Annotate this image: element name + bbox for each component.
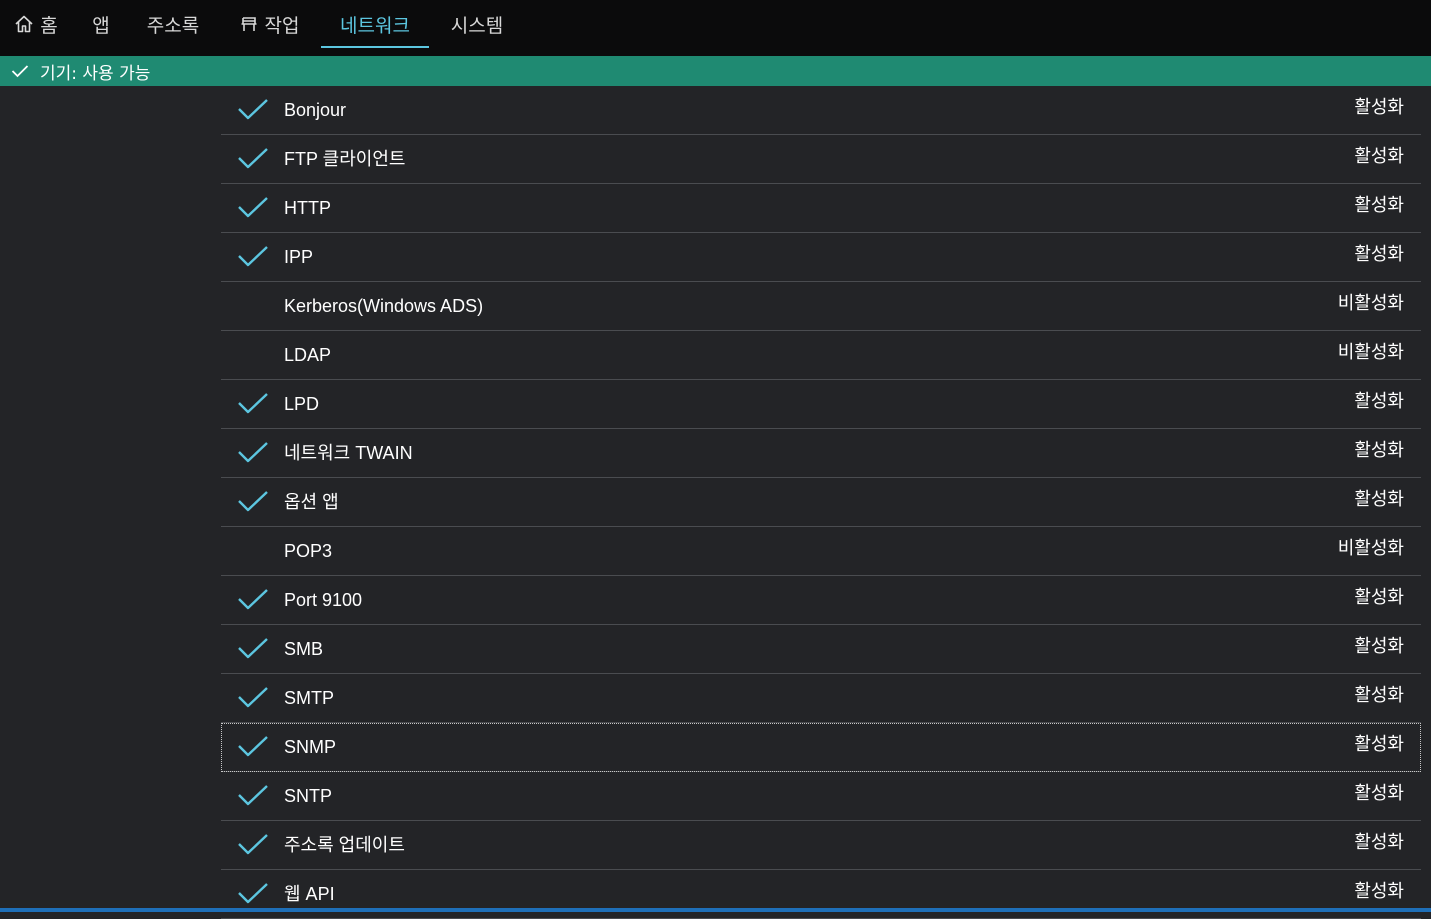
service-name: 옵션 앱 [284, 492, 339, 512]
service-name: LDAP [284, 345, 332, 365]
tab-label: 주소록 [146, 14, 200, 37]
check-icon [237, 392, 269, 414]
service-name: Bonjour [284, 100, 347, 120]
service-name: SNMP [284, 737, 337, 757]
check-icon [237, 441, 269, 463]
service-name: 네트워크 TWAIN [284, 443, 413, 463]
service-row[interactable]: Port 9100 활성화 [221, 576, 1421, 625]
check-icon [237, 735, 269, 757]
tab-system[interactable]: 시스템 [444, 0, 510, 48]
service-name: Kerberos(Windows ADS) [284, 296, 484, 316]
service-row[interactable]: SMB 활성화 [221, 625, 1421, 674]
tab-label: 시스템 [450, 14, 504, 37]
service-state: 활성화 [1354, 832, 1404, 853]
tab-home[interactable]: 홈 [8, 0, 64, 48]
service-state: 활성화 [1354, 587, 1404, 608]
home-icon [14, 14, 34, 34]
service-state: 비활성화 [1337, 538, 1404, 559]
bottom-accent-bar [0, 908, 1431, 912]
service-row[interactable]: SNTP 활성화 [221, 772, 1421, 821]
check-icon [237, 490, 269, 512]
service-name: HTTP [284, 198, 331, 218]
tab-label: 네트워크 [340, 14, 410, 37]
service-state: 활성화 [1354, 244, 1404, 265]
service-name: LPD [284, 394, 320, 414]
check-icon [237, 245, 269, 267]
service-state: 비활성화 [1337, 293, 1404, 314]
service-name: SNTP [284, 786, 333, 806]
network-service-list: Bonjour 활성화 FTP 클라이언트 활성화 HTTP 활성화 IPP 활성화 Kerbe… [221, 86, 1421, 919]
service-row[interactable]: HTTP 활성화 [221, 184, 1421, 233]
service-state: 활성화 [1354, 489, 1404, 510]
tab-label: 홈 [40, 14, 58, 37]
service-row[interactable]: SMTP 활성화 [221, 674, 1421, 723]
service-state: 활성화 [1354, 97, 1404, 118]
service-name: POP3 [284, 541, 333, 561]
check-icon [11, 64, 29, 78]
job-icon [239, 14, 259, 34]
service-row[interactable]: POP3 비활성화 [221, 527, 1421, 576]
service-state: 활성화 [1354, 783, 1404, 804]
check-icon [237, 833, 269, 855]
check-icon [237, 637, 269, 659]
service-state: 활성화 [1354, 440, 1404, 461]
top-navigation: 홈 앱 주소록 작업 네트워크 시스템 [0, 0, 1431, 56]
service-name: SMTP [284, 688, 335, 708]
service-row[interactable]: IPP 활성화 [221, 233, 1421, 282]
service-row[interactable]: Kerberos(Windows ADS) 비활성화 [221, 282, 1421, 331]
check-icon [237, 196, 269, 218]
device-status-text: 기기: 사용 가능 [40, 63, 151, 84]
service-row[interactable]: 옵션 앱 활성화 [221, 478, 1421, 527]
service-row[interactable]: FTP 클라이언트 활성화 [221, 135, 1421, 184]
service-row[interactable]: SNMP 활성화 [221, 723, 1421, 772]
tab-address-book[interactable]: 주소록 [138, 0, 208, 48]
device-status-bar: 기기: 사용 가능 [0, 56, 1431, 86]
service-state: 활성화 [1354, 636, 1404, 657]
service-state: 활성화 [1354, 146, 1404, 167]
service-state: 활성화 [1354, 195, 1404, 216]
service-row[interactable]: LDAP 비활성화 [221, 331, 1421, 380]
check-icon [237, 882, 269, 904]
active-tab-indicator [321, 46, 429, 48]
check-icon [237, 147, 269, 169]
service-state: 활성화 [1354, 734, 1404, 755]
service-name: SMB [284, 639, 324, 659]
service-name: FTP 클라이언트 [284, 149, 406, 169]
tab-label: 앱 [92, 14, 110, 37]
service-row[interactable]: LPD 활성화 [221, 380, 1421, 429]
service-name: Port 9100 [284, 590, 363, 610]
tab-jobs[interactable]: 작업 [230, 0, 308, 48]
service-row[interactable]: Bonjour 활성화 [221, 86, 1421, 135]
service-name: 주소록 업데이트 [284, 835, 405, 855]
tab-apps[interactable]: 앱 [86, 0, 116, 48]
check-icon [237, 686, 269, 708]
service-name: IPP [284, 247, 314, 267]
check-icon [237, 588, 269, 610]
service-row[interactable]: 네트워크 TWAIN 활성화 [221, 429, 1421, 478]
service-state: 비활성화 [1337, 342, 1404, 363]
service-state: 활성화 [1354, 391, 1404, 412]
service-row[interactable]: 주소록 업데이트 활성화 [221, 821, 1421, 870]
check-icon [237, 784, 269, 806]
check-icon [237, 98, 269, 120]
service-state: 활성화 [1354, 685, 1404, 706]
tab-network[interactable]: 네트워크 [321, 0, 429, 48]
tab-label: 작업 [264, 14, 300, 37]
